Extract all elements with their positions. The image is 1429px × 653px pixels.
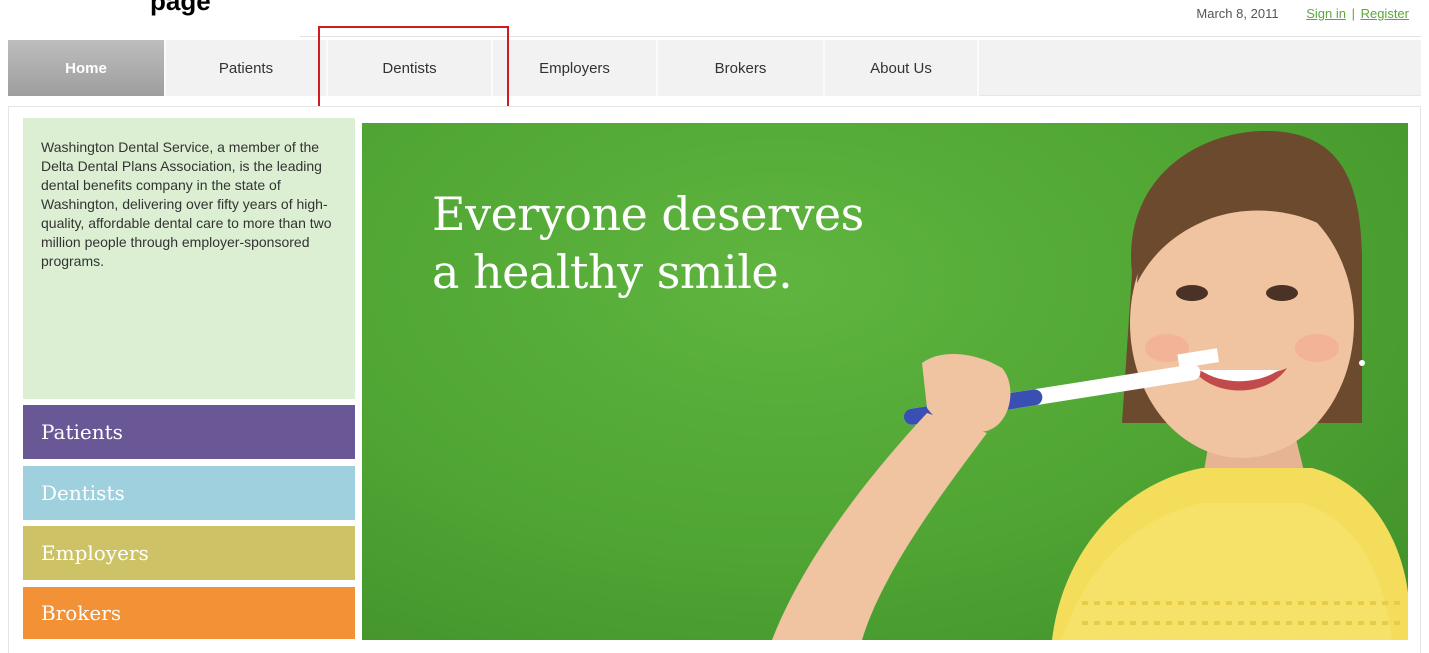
intro-text-box: Washington Dental Service, a member of t…	[23, 118, 355, 399]
current-date: March 8, 2011	[1196, 6, 1279, 21]
register-link[interactable]: Register	[1361, 6, 1409, 21]
nav-about-us[interactable]: About Us	[825, 40, 979, 96]
audience-button-brokers[interactable]: Brokers	[23, 587, 355, 639]
intro-text: Washington Dental Service, a member of t…	[41, 139, 332, 269]
main-nav: Home Patients Dentists Employers Brokers…	[8, 40, 1421, 96]
utility-bar: March 8, 2011 Sign in | Register	[1196, 6, 1409, 21]
girl-brushing-teeth-image	[772, 130, 1408, 640]
nav-dentists[interactable]: Dentists	[328, 40, 493, 96]
nav-patients[interactable]: Patients	[166, 40, 328, 96]
hero-banner[interactable]: Everyone deserves a healthy smile.	[362, 123, 1408, 640]
page-title-cropped: page	[150, 0, 211, 16]
link-separator: |	[1351, 6, 1355, 21]
sign-in-link[interactable]: Sign in	[1306, 6, 1346, 21]
audience-button-patients[interactable]: Patients	[23, 405, 355, 459]
page: page March 8, 2011 Sign in | Register Ho…	[0, 0, 1429, 653]
audience-button-employers[interactable]: Employers	[23, 526, 355, 580]
top-divider	[300, 36, 1421, 37]
nav-brokers[interactable]: Brokers	[658, 40, 825, 96]
nav-home[interactable]: Home	[8, 40, 166, 96]
nav-employers[interactable]: Employers	[493, 40, 658, 96]
audience-button-dentists[interactable]: Dentists	[23, 466, 355, 520]
